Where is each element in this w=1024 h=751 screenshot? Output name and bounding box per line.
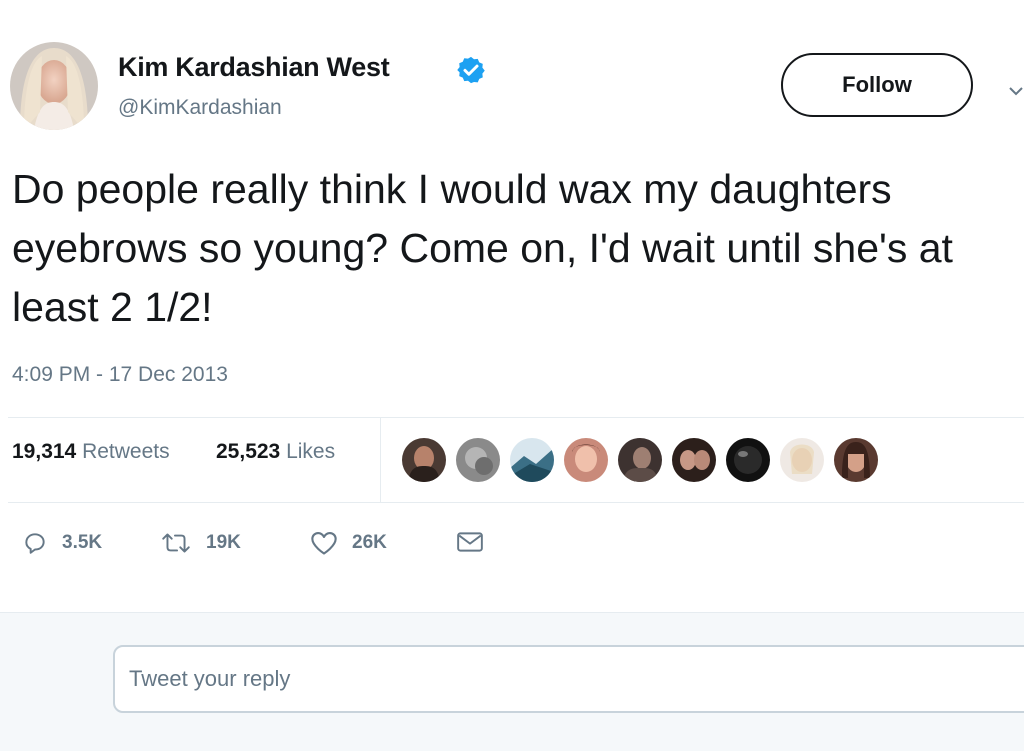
like-count: 26K <box>352 532 387 553</box>
retweet-action[interactable]: 19K <box>160 530 241 556</box>
reply-count: 3.5K <box>62 532 103 553</box>
author-display-name[interactable]: Kim Kardashian West <box>118 52 390 83</box>
verified-badge-icon <box>457 56 485 84</box>
avatar-image <box>10 42 98 130</box>
envelope-icon <box>457 532 483 552</box>
direct-message-action[interactable] <box>456 530 484 554</box>
liker-avatar[interactable] <box>564 438 608 482</box>
retweet-count: 19K <box>206 532 241 553</box>
liker-avatar[interactable] <box>834 438 878 482</box>
tweet-timestamp[interactable]: 4:09 PM - 17 Dec 2013 <box>12 363 228 387</box>
retweets-stat[interactable]: 19,314 Retweets <box>12 440 170 464</box>
retweets-count: 19,314 <box>12 440 77 463</box>
likes-stat[interactable]: 25,523 Likes <box>216 440 335 464</box>
follow-button[interactable]: Follow <box>781 53 973 117</box>
likes-label: Likes <box>286 440 336 463</box>
liker-avatar[interactable] <box>510 438 554 482</box>
liker-avatar[interactable] <box>780 438 824 482</box>
reply-action[interactable]: 3.5K <box>22 530 102 556</box>
tweet-text: Do people really think I would wax my da… <box>12 166 953 330</box>
liker-avatar[interactable] <box>672 438 716 482</box>
liker-avatar[interactable] <box>726 438 770 482</box>
stats-separator <box>380 418 381 502</box>
retweets-label: Retweets <box>82 440 170 463</box>
liker-avatar[interactable] <box>402 438 446 482</box>
author-avatar[interactable] <box>10 42 98 130</box>
liker-avatar[interactable] <box>618 438 662 482</box>
chevron-down-icon[interactable] <box>1008 83 1024 99</box>
retweet-icon <box>162 533 190 553</box>
reply-input[interactable] <box>113 645 1024 713</box>
divider <box>8 417 1024 418</box>
heart-icon <box>311 532 337 555</box>
like-action[interactable]: 26K <box>310 530 387 556</box>
likes-count: 25,523 <box>216 440 281 463</box>
liker-avatar[interactable] <box>456 438 500 482</box>
reply-icon <box>25 533 45 554</box>
author-handle[interactable]: @KimKardashian <box>118 96 282 120</box>
divider <box>8 502 1024 503</box>
